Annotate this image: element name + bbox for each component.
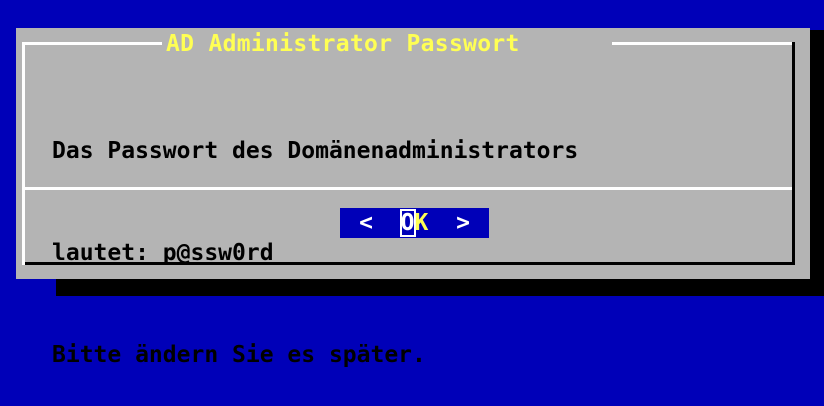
dialog-frame-bottom-corner <box>22 262 25 265</box>
message-line-2: lautet: p@ssw0rd <box>52 240 274 266</box>
dialog-frame-right <box>792 46 795 264</box>
ok-button-right-bracket: > <box>456 210 470 236</box>
dialog-shadow-right <box>810 30 824 296</box>
ok-button[interactable]: < OK > <box>340 208 489 238</box>
button-area-separator-end <box>792 187 795 190</box>
dialog-frame-top-right <box>612 42 792 45</box>
dialog-title: AD Administrator Passwort <box>162 31 524 57</box>
dialog-frame-top-left <box>22 42 162 45</box>
message-line-3: Bitte ändern Sie es später. <box>52 342 426 368</box>
ok-button-hotkey: O <box>399 209 416 237</box>
ok-button-label-rest: K <box>414 210 429 236</box>
dialog-message: Das Passwort des Domänenadministrators l… <box>52 66 578 406</box>
message-line-1: Das Passwort des Domänenadministrators <box>52 138 579 164</box>
dialog-frame-left <box>22 42 25 264</box>
ok-button-left-bracket: < <box>359 210 373 236</box>
